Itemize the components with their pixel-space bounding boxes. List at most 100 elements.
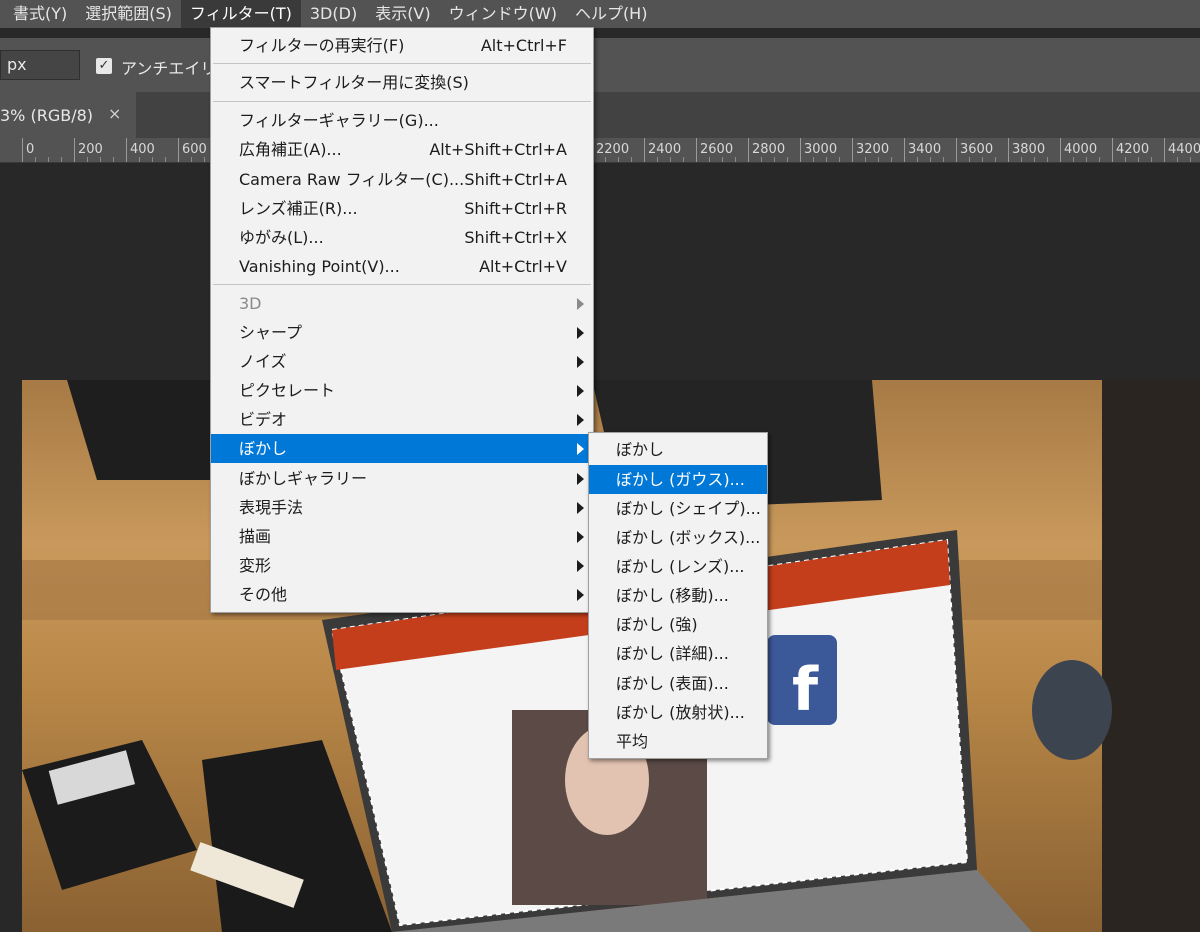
ruler-minor-tick (735, 157, 736, 162)
ruler-minor-tick (1047, 157, 1048, 162)
ruler-label: 400 (130, 142, 155, 157)
ruler-major-tick (904, 138, 905, 162)
unit-field[interactable]: px (0, 50, 80, 80)
menu-item-adaptive-wide-angle[interactable]: 広角補正(A)... Alt+Shift+Ctrl+A (211, 135, 593, 164)
menu-item-pixelate[interactable]: ピクセレート (211, 376, 593, 405)
menu-item-lens-correction[interactable]: レンズ補正(R)... Shift+Ctrl+R (211, 194, 593, 223)
close-icon[interactable]: × (108, 104, 121, 123)
submenu-arrow-icon (577, 298, 584, 310)
menu-select[interactable]: 選択範囲(S) (76, 0, 181, 28)
menu-item-convert-smart-filter[interactable]: スマートフィルター用に変換(S) (211, 68, 593, 97)
menu-item-stylize[interactable]: 表現手法 (211, 493, 593, 522)
ruler-minor-tick (631, 157, 632, 162)
ruler-minor-tick (605, 157, 606, 162)
ruler-major-tick (644, 138, 645, 162)
ruler-major-tick (74, 138, 75, 162)
menu-item-video[interactable]: ビデオ (211, 405, 593, 434)
ruler-major-tick (696, 138, 697, 162)
submenu-arrow-icon (577, 589, 584, 601)
ruler-major-tick (178, 138, 179, 162)
ruler-label: 0 (26, 142, 35, 157)
submenu-item-lens-blur[interactable]: ぼかし (レンズ)... (589, 552, 767, 581)
ruler-minor-tick (1190, 157, 1191, 162)
menu-filter[interactable]: フィルター(T) (180, 0, 301, 28)
horizontal-ruler: 0 200 400 600 2200 2400 2600 2800 3000 3200 3400 36… (0, 138, 1200, 163)
ruler-minor-tick (1021, 157, 1022, 162)
menu-item-3d[interactable]: 3D (211, 289, 593, 318)
submenu-item-average[interactable]: 平均 (589, 727, 767, 756)
ruler-minor-tick (709, 157, 710, 162)
menu-separator (213, 101, 591, 102)
ruler-minor-tick (191, 157, 192, 162)
menu-help[interactable]: ヘルプ(H) (566, 0, 657, 28)
ruler-minor-tick (865, 157, 866, 162)
menu-window[interactable]: ウィンドウ(W) (440, 0, 566, 28)
ruler-minor-tick (204, 157, 205, 162)
ruler-minor-tick (930, 157, 931, 162)
ruler-major-tick (1060, 138, 1061, 162)
submenu-arrow-icon (577, 502, 584, 514)
ruler-major-tick (800, 138, 801, 162)
ruler-minor-tick (1151, 157, 1152, 162)
ruler-label: 4200 (1116, 142, 1150, 157)
submenu-arrow-icon (577, 473, 584, 485)
ruler-minor-tick (774, 157, 775, 162)
ruler-minor-tick (891, 157, 892, 162)
submenu-arrow-icon (577, 560, 584, 572)
antialias-checkbox[interactable]: ✓ (96, 58, 112, 74)
ruler-minor-tick (1034, 157, 1035, 162)
submenu-item-radial-blur[interactable]: ぼかし (放射状)... (589, 698, 767, 727)
ruler-major-tick (126, 138, 127, 162)
ruler-major-tick (852, 138, 853, 162)
ruler-label: 3800 (1012, 142, 1046, 157)
submenu-item-motion-blur[interactable]: ぼかし (移動)... (589, 581, 767, 610)
document-tab-title: 3% (RGB/8) (0, 106, 94, 125)
menu-format[interactable]: 書式(Y) (0, 0, 76, 28)
submenu-item-surface-blur[interactable]: ぼかし (表面)... (589, 669, 767, 698)
submenu-item-box-blur[interactable]: ぼかし (ボックス)... (589, 523, 767, 552)
ruler-major-tick (1008, 138, 1009, 162)
menu-item-render[interactable]: 描画 (211, 522, 593, 551)
menu-item-vanishing-point[interactable]: Vanishing Point(V)... Alt+Ctrl+V (211, 252, 593, 281)
submenu-item-blur-more[interactable]: ぼかし (強) (589, 610, 767, 639)
ruler-label: 2400 (648, 142, 682, 157)
ruler-minor-tick (165, 157, 166, 162)
ruler-minor-tick (969, 157, 970, 162)
menu-item-sharpen[interactable]: シャープ (211, 318, 593, 347)
menu-item-liquify[interactable]: ゆがみ(L)... Shift+Ctrl+X (211, 223, 593, 252)
ruler-label: 2200 (596, 142, 630, 157)
menu-item-camera-raw-filter[interactable]: Camera Raw フィルター(C)... Shift+Ctrl+A (211, 165, 593, 194)
ruler-label: 4000 (1064, 142, 1098, 157)
menu-view[interactable]: 表示(V) (366, 0, 439, 28)
submenu-item-smart-blur[interactable]: ぼかし (詳細)... (589, 639, 767, 668)
ruler-minor-tick (761, 157, 762, 162)
menu-item-blur-gallery[interactable]: ぼかしギャラリー (211, 464, 593, 493)
document-tab[interactable]: 3% (RGB/8) × (0, 92, 136, 138)
ruler-label: 2600 (700, 142, 734, 157)
menu-item-other[interactable]: その他 (211, 580, 593, 609)
submenu-item-blur[interactable]: ぼかし (589, 435, 767, 464)
svg-text:f: f (792, 655, 819, 725)
ruler-minor-tick (839, 157, 840, 162)
ruler-minor-tick (61, 157, 62, 162)
menu-separator (213, 63, 591, 64)
ruler-minor-tick (139, 157, 140, 162)
ruler-major-tick (1112, 138, 1113, 162)
menu-item-distort[interactable]: 変形 (211, 551, 593, 580)
submenu-arrow-icon (577, 531, 584, 543)
menu-item-blur[interactable]: ぼかし (211, 434, 593, 463)
submenu-item-gaussian-blur[interactable]: ぼかし (ガウス)... (589, 465, 767, 494)
ruler-minor-tick (826, 157, 827, 162)
menu-item-filter-gallery[interactable]: フィルターギャラリー(G)... (211, 106, 593, 135)
submenu-arrow-icon (577, 414, 584, 426)
submenu-item-shape-blur[interactable]: ぼかし (シェイプ)... (589, 494, 767, 523)
submenu-arrow-icon (577, 327, 584, 339)
ruler-label: 4400 (1168, 142, 1200, 157)
document-tab-bar: 3% (RGB/8) × (0, 92, 1200, 138)
ruler-minor-tick (152, 157, 153, 162)
menu-3d[interactable]: 3D(D) (301, 0, 366, 28)
filter-menu: フィルターの再実行(F) Alt+Ctrl+F スマートフィルター用に変換(S)… (210, 27, 594, 613)
menu-item-noise[interactable]: ノイズ (211, 347, 593, 376)
menu-item-repeat-filter[interactable]: フィルターの再実行(F) Alt+Ctrl+F (211, 31, 593, 60)
ruler-label: 2800 (752, 142, 786, 157)
